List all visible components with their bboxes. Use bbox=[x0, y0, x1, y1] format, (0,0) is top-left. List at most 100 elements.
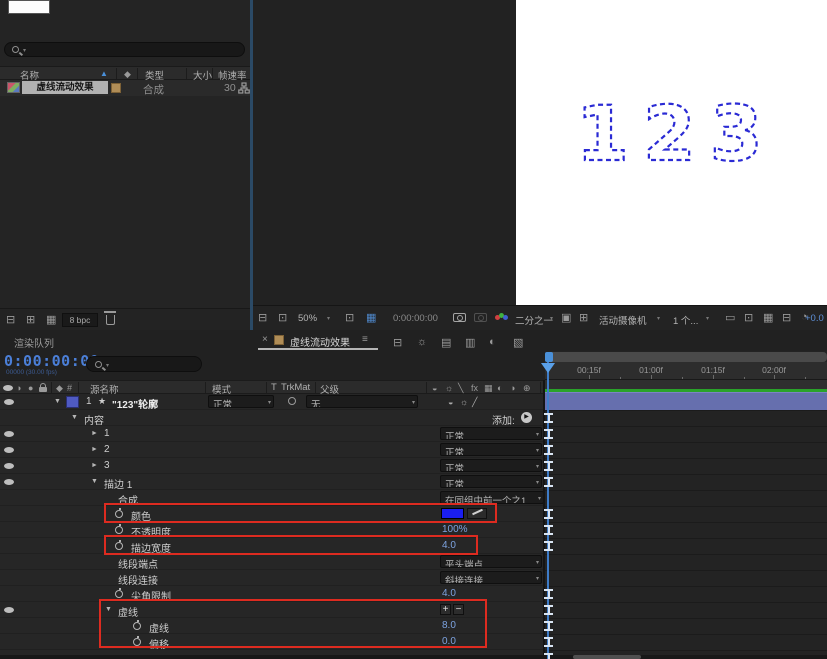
property-value[interactable]: 100% bbox=[442, 524, 468, 535]
fx-switch-icon[interactable]: ╱ bbox=[472, 397, 477, 408]
trash-icon[interactable] bbox=[106, 315, 115, 325]
number-column-icon[interactable]: # bbox=[67, 383, 72, 393]
layer-name[interactable]: "123"轮廓 bbox=[112, 396, 158, 411]
collapse-icon[interactable]: ☼ bbox=[445, 383, 453, 393]
visibility-eye-icon[interactable] bbox=[4, 607, 14, 613]
timeline-row-1[interactable]: ▼内容添加:▶ bbox=[0, 410, 545, 426]
shy-layers-icon[interactable]: ▤ bbox=[441, 336, 451, 349]
time-ruler[interactable]: 00:15f01:00f01:15f02:00f bbox=[545, 362, 827, 380]
audio-column-icon[interactable]: ◑ bbox=[16, 383, 21, 393]
solo-column-icon[interactable]: ● bbox=[28, 383, 33, 393]
tab-render-queue[interactable]: 渲染队列 bbox=[14, 335, 54, 350]
work-area-bar[interactable] bbox=[545, 352, 827, 362]
value-dropdown[interactable]: 斜接连接▾ bbox=[440, 571, 542, 584]
value-dropdown[interactable]: 平头端点▾ bbox=[440, 555, 542, 568]
project-item-name[interactable]: 虚线流动效果 bbox=[22, 81, 108, 94]
new-folder-icon[interactable]: ⊞ bbox=[26, 313, 35, 326]
value-dropdown[interactable]: 正常▾ bbox=[440, 443, 542, 456]
visibility-eye-icon[interactable] bbox=[4, 463, 14, 469]
comp-canvas[interactable]: 123 bbox=[516, 0, 827, 305]
comp-mini-flowchart-icon[interactable]: ⊟ bbox=[393, 336, 402, 349]
project-search-input[interactable]: ▾ bbox=[4, 42, 245, 57]
label-column-icon[interactable]: ◆ bbox=[56, 383, 63, 394]
layer-duration-bar[interactable] bbox=[545, 392, 827, 410]
timeline-search-input[interactable]: ▾ bbox=[86, 356, 202, 372]
show-snapshot-icon[interactable] bbox=[474, 313, 487, 322]
twirl-icon[interactable]: ▼ bbox=[91, 478, 98, 485]
twirl-icon[interactable]: ► bbox=[91, 430, 98, 437]
close-icon[interactable]: × bbox=[262, 334, 268, 345]
motion-blur-icon[interactable]: ◐ bbox=[489, 336, 496, 348]
resolution-dropdown[interactable]: 二分之一 bbox=[515, 313, 553, 327]
project-item-row[interactable]: 虚线流动效果 合成 30 bbox=[0, 80, 250, 96]
timeline-row-10[interactable]: 线段端点平头端点▾ bbox=[0, 554, 545, 570]
playhead-marker[interactable] bbox=[541, 363, 555, 373]
lock-column-icon[interactable] bbox=[39, 387, 47, 392]
twirl-icon[interactable]: ▼ bbox=[54, 398, 61, 405]
timeline-row-3[interactable]: ►2正常▾ bbox=[0, 442, 545, 458]
parent-pickwhip-icon[interactable] bbox=[288, 397, 296, 405]
viewer-time-display[interactable]: 0:00:00:00 bbox=[393, 313, 438, 324]
shy-icon[interactable]: ◒ bbox=[432, 383, 437, 393]
tab-composition[interactable]: 虚线流动效果 bbox=[290, 334, 350, 349]
magnification-icon[interactable]: ⊡ bbox=[278, 311, 287, 324]
current-time-display[interactable]: 0:00:00:00 bbox=[4, 352, 99, 370]
eye-column-icon[interactable] bbox=[3, 385, 13, 391]
add-button-icon[interactable]: ▶ bbox=[521, 412, 532, 423]
fx-icon[interactable]: fx bbox=[471, 383, 478, 393]
frame-blend-icon[interactable]: ▥ bbox=[465, 336, 475, 349]
stopwatch-icon[interactable] bbox=[115, 526, 123, 534]
visibility-eye-icon[interactable] bbox=[4, 431, 14, 437]
frame-blend-icon[interactable]: ▦ bbox=[484, 383, 493, 394]
mask-visibility-icon[interactable]: ⊡ bbox=[744, 311, 753, 324]
twirl-icon[interactable]: ► bbox=[91, 462, 98, 469]
quality-icon[interactable]: ╲ bbox=[458, 383, 463, 394]
twirl-icon[interactable]: ▼ bbox=[71, 414, 78, 421]
region-of-interest-icon[interactable]: ⊡ bbox=[345, 311, 354, 324]
channel-blue-icon[interactable] bbox=[503, 315, 508, 320]
draft-3d-icon[interactable]: ☼ bbox=[417, 336, 427, 348]
guides-icon[interactable]: ⊞ bbox=[579, 311, 588, 324]
panel-menu-icon[interactable]: ≡ bbox=[362, 334, 368, 345]
layer-row[interactable]: ▼ 1 ★ "123"轮廓 正常▾ 无▾ ◒ ☼ ╱ bbox=[0, 394, 545, 410]
graph-editor-icon[interactable]: ▧ bbox=[513, 336, 523, 349]
tab-label-swatch[interactable] bbox=[274, 335, 284, 345]
visibility-eye-icon[interactable] bbox=[4, 479, 14, 485]
value-dropdown[interactable]: 正常▾ bbox=[440, 475, 542, 488]
twirl-icon[interactable]: ► bbox=[91, 446, 98, 453]
shy-switch-icon[interactable]: ◒ bbox=[448, 397, 453, 407]
camera-view-dropdown[interactable]: 活动摄像机 bbox=[599, 313, 647, 327]
layer-color-swatch[interactable] bbox=[66, 396, 79, 408]
value-dropdown[interactable]: 正常▾ bbox=[440, 459, 542, 472]
interpret-footage-icon[interactable]: ⊟ bbox=[6, 313, 15, 326]
blend-mode-dropdown[interactable]: 正常▾ bbox=[208, 395, 274, 408]
exposure-value[interactable]: +0.0 bbox=[805, 313, 824, 324]
label-column-icon[interactable]: ◆ bbox=[124, 69, 131, 80]
sort-ascending-icon[interactable]: ▲ bbox=[100, 69, 108, 78]
view-layout-dropdown[interactable]: 1 个... bbox=[673, 313, 698, 327]
transparency-grid-icon[interactable]: ▦ bbox=[366, 311, 376, 324]
timeline-row-11[interactable]: 线段连接斜接连接▾ bbox=[0, 570, 545, 586]
horizontal-scrollbar[interactable] bbox=[573, 655, 641, 659]
snapshot-camera-icon[interactable] bbox=[453, 313, 466, 322]
grid-icon[interactable]: ▦ bbox=[763, 311, 773, 324]
property-value[interactable]: 4.0 bbox=[442, 588, 456, 599]
column-trkmat[interactable]: TrkMat bbox=[281, 382, 310, 393]
value-dropdown[interactable]: 正常▾ bbox=[440, 427, 542, 440]
fast-preview-icon[interactable]: ▣ bbox=[561, 311, 571, 324]
work-area-start-handle[interactable] bbox=[545, 352, 553, 362]
motion-blur-icon[interactable]: ◐ bbox=[497, 383, 502, 393]
always-preview-icon[interactable]: ⊟ bbox=[258, 311, 267, 324]
bit-depth-button[interactable]: 8 bpc bbox=[62, 313, 98, 327]
label-color-swatch[interactable] bbox=[111, 83, 121, 93]
title-action-safe-icon[interactable]: ▭ bbox=[725, 311, 735, 324]
threed-icon[interactable]: ⊕ bbox=[523, 383, 531, 394]
flowchart-icon[interactable]: ⊟ bbox=[782, 311, 791, 324]
timeline-row-4[interactable]: ►3正常▾ bbox=[0, 458, 545, 474]
zoom-level-dropdown[interactable]: 50% bbox=[298, 313, 317, 324]
adjustment-layer-icon[interactable]: ◑ bbox=[510, 383, 515, 393]
visibility-eye-icon[interactable] bbox=[4, 447, 14, 453]
visibility-eye-icon[interactable] bbox=[4, 399, 14, 405]
timeline-row-2[interactable]: ►1正常▾ bbox=[0, 426, 545, 442]
column-t[interactable]: T bbox=[271, 382, 277, 393]
